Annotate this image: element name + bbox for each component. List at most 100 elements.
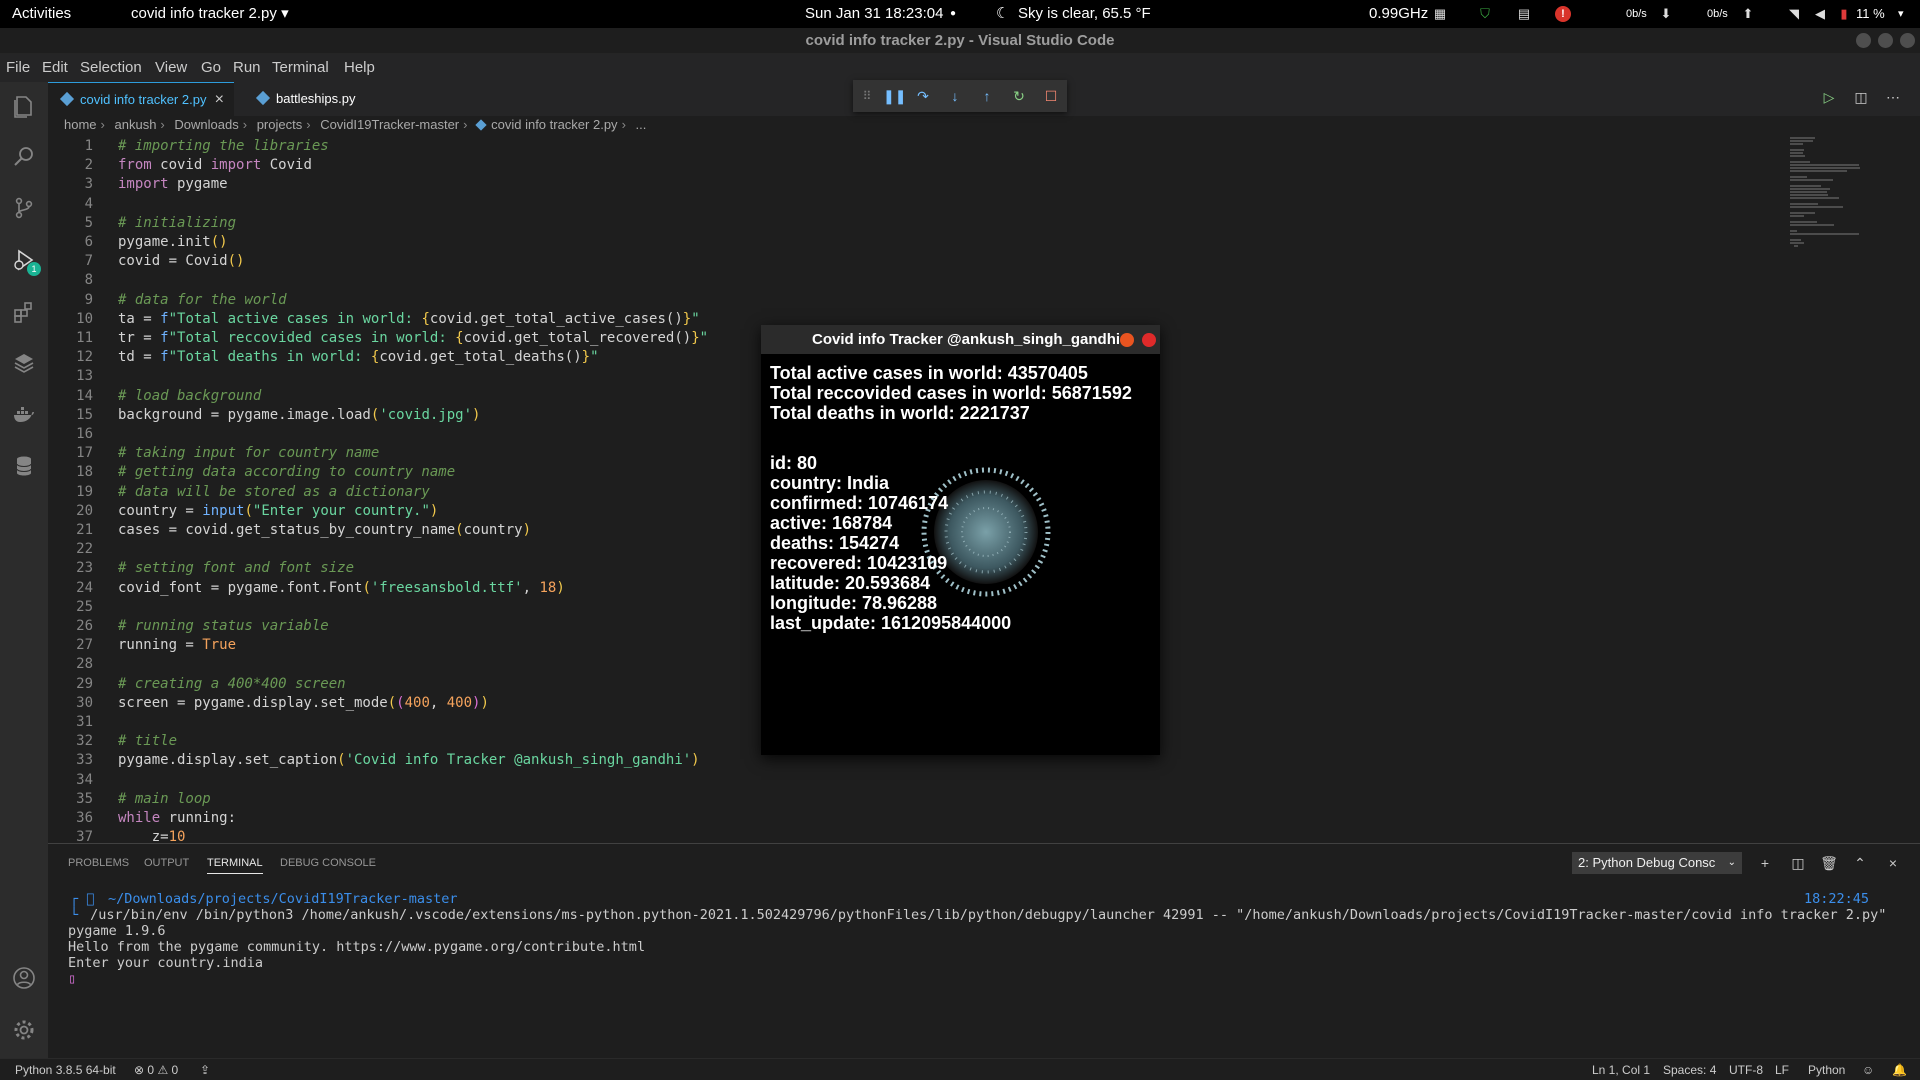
weather-status[interactable]: Sky is clear, 65.5 °F [1018, 0, 1151, 28]
explorer-icon[interactable] [12, 94, 36, 118]
encoding[interactable]: UTF-8 [1729, 1063, 1763, 1077]
minimap-line [1790, 185, 1821, 187]
menu-selection[interactable]: Selection [80, 59, 142, 76]
code-text: country = input("Enter your country.") [118, 502, 439, 519]
battery-percent[interactable]: 11 % [1856, 0, 1885, 28]
terminal-select-dropdown[interactable]: 2: Python Debug Consc ⌄ [1572, 852, 1742, 874]
extensions-icon[interactable] [12, 300, 36, 324]
problems-status[interactable]: ⊗ 0 ⚠ 0 [134, 1063, 178, 1077]
pause-icon[interactable]: ❚❚ [883, 88, 906, 104]
step-over-icon[interactable]: ↷ [915, 88, 931, 104]
breadcrumb-symbols[interactable]: ... [636, 117, 647, 132]
breadcrumb-home[interactable]: home [64, 117, 97, 132]
world-recovered-cases: Total reccovided cases in world: 5687159… [770, 383, 1132, 403]
alert-icon[interactable]: ! [1555, 6, 1571, 22]
cursor-position[interactable]: Ln 1, Col 1 [1592, 1063, 1650, 1077]
restart-icon[interactable]: ↻ [1011, 88, 1027, 104]
database-icon[interactable] [12, 454, 36, 478]
indentation[interactable]: Spaces: 4 [1663, 1063, 1716, 1077]
language-mode[interactable]: Python [1808, 1063, 1845, 1077]
line-number: 12 [76, 349, 93, 366]
menu-terminal[interactable]: Terminal [272, 59, 329, 76]
maximize-panel-icon[interactable]: ⌃ [1851, 854, 1869, 872]
activities-button[interactable]: Activities [12, 0, 71, 28]
wifi-icon[interactable]: ◥ [1786, 6, 1802, 22]
live-share-icon[interactable]: ⇪ [200, 1063, 210, 1077]
minimap-line [1790, 221, 1817, 223]
pygame-close-button[interactable] [1142, 333, 1156, 347]
clipboard-icon[interactable]: ▤ [1516, 6, 1532, 22]
menu-file[interactable]: File [6, 59, 30, 76]
tab-battleships[interactable]: battleships.py [244, 82, 374, 116]
menu-edit[interactable]: Edit [42, 59, 68, 76]
minimap-line [1790, 179, 1833, 181]
pygame-minimize-button[interactable] [1120, 333, 1134, 347]
debug-toolbar: ⠿ ❚❚ ↷ ↓ ↑ ↻ ☐ [853, 80, 1067, 112]
drag-handle-icon[interactable]: ⠿ [859, 88, 875, 104]
split-editor-icon[interactable]: ◫ [1852, 88, 1870, 106]
menu-go[interactable]: Go [201, 59, 221, 76]
minimap[interactable] [1790, 137, 1890, 287]
menu-run[interactable]: Run [233, 59, 261, 76]
stop-icon[interactable]: ☐ [1043, 88, 1059, 104]
line-number: 10 [76, 310, 93, 327]
search-icon[interactable] [12, 144, 36, 168]
close-tab-icon[interactable]: × [215, 83, 224, 117]
tab-output[interactable]: OUTPUT [144, 857, 189, 869]
maximize-button[interactable] [1878, 33, 1893, 48]
breadcrumb-projects[interactable]: projects [257, 117, 303, 132]
trash-icon[interactable]: 🗑 [1820, 854, 1838, 872]
shield-icon[interactable]: ⛉ [1477, 6, 1493, 22]
line-number: 1 [84, 138, 93, 154]
app-menu[interactable]: covid info tracker 2.py ▾ [131, 0, 289, 28]
volume-icon[interactable]: ◀ [1812, 6, 1828, 22]
menu-help[interactable]: Help [344, 59, 375, 76]
settings-gear-icon[interactable] [12, 1018, 36, 1042]
notifications-bell-icon[interactable]: 🔔 [1892, 1063, 1907, 1077]
tab-covid-info-tracker[interactable]: covid info tracker 2.py × [48, 82, 234, 116]
layers-icon[interactable] [12, 350, 36, 374]
code-text: while running: [118, 810, 237, 826]
tab-terminal[interactable]: TERMINAL [207, 857, 263, 874]
end-of-line[interactable]: LF [1775, 1063, 1789, 1077]
minimize-button[interactable] [1856, 33, 1871, 48]
split-terminal-icon[interactable]: ◫ [1789, 854, 1807, 872]
pygame-window[interactable]: Covid info Tracker @ankush_singh_gandhi … [761, 325, 1160, 755]
docker-icon[interactable] [12, 402, 36, 426]
more-actions-icon[interactable]: ⋯ [1884, 88, 1902, 106]
step-out-icon[interactable]: ↑ [979, 88, 995, 104]
line-number: 9 [84, 291, 93, 308]
python-interpreter[interactable]: Python 3.8.5 64-bit [15, 1063, 116, 1077]
line-number: 4 [84, 195, 93, 212]
tab-problems[interactable]: PROBLEMS [68, 857, 129, 869]
cpu-frequency[interactable]: 0.99GHz [1369, 0, 1428, 28]
close-window-button[interactable] [1900, 33, 1915, 48]
breadcrumb-ankush[interactable]: ankush [115, 117, 157, 132]
breadcrumb-file[interactable]: covid info tracker 2.py [491, 117, 617, 132]
breadcrumb-project-folder[interactable]: CovidI19Tracker-master [320, 117, 459, 132]
system-menu-chevron-icon[interactable]: ▾ [1898, 0, 1904, 28]
feedback-icon[interactable]: ☺ [1862, 1063, 1874, 1077]
close-panel-icon[interactable]: × [1884, 854, 1902, 872]
code-text: covid = Covid() [118, 253, 245, 270]
step-into-icon[interactable]: ↓ [947, 88, 963, 104]
line-number: 15 [76, 406, 93, 423]
line-number: 28 [76, 656, 93, 673]
line-number: 35 [76, 790, 93, 807]
breadcrumb-downloads[interactable]: Downloads [174, 117, 238, 132]
python-file-icon [59, 91, 75, 107]
battery-icon[interactable]: ▮ [1836, 6, 1852, 22]
minimap-line [1790, 203, 1818, 205]
tab-debug-console[interactable]: DEBUG CONSOLE [280, 857, 376, 869]
clock[interactable]: Sun Jan 31 18:23:04 [805, 0, 943, 28]
new-terminal-icon[interactable]: + [1756, 854, 1774, 872]
run-debug-icon[interactable]: 1 [12, 248, 41, 276]
country-active: active: 168784 [770, 513, 893, 533]
terminal-cursor[interactable]: ▯ [68, 971, 76, 987]
source-control-icon[interactable] [12, 196, 36, 220]
minimap-line [1790, 149, 1804, 151]
run-file-icon[interactable]: ▷ [1820, 88, 1838, 106]
line-number: 21 [76, 522, 93, 538]
account-icon[interactable] [12, 966, 36, 990]
menu-view[interactable]: View [155, 59, 187, 76]
